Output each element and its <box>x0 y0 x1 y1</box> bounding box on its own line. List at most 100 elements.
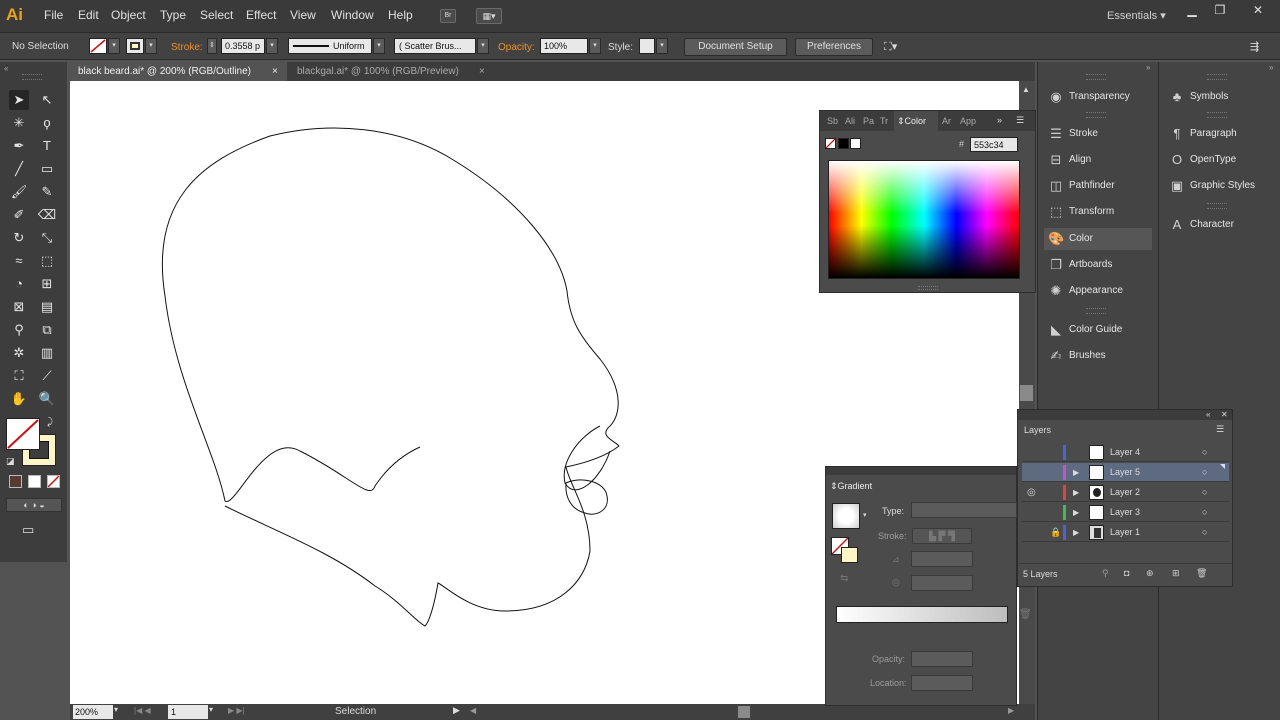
layers-menu-icon[interactable]: ☰ <box>1216 424 1224 435</box>
target-circle-icon[interactable]: ○ <box>1202 483 1207 502</box>
stroke-weight-field[interactable]: 0.3558 p <box>221 38 265 54</box>
pen-tool-icon[interactable]: ✒ <box>9 136 29 156</box>
symbol-sprayer-tool-icon[interactable]: ✲ <box>9 343 29 363</box>
stroke-swatch[interactable] <box>126 38 144 54</box>
tab-black-beard[interactable]: black beard.ai* @ 200% (RGB/Outline) × <box>70 62 287 81</box>
scale-tool-icon[interactable]: ⤡ <box>37 228 57 248</box>
status-menu-icon[interactable]: ▶ <box>453 705 460 716</box>
lasso-tool-icon[interactable]: ϙ <box>37 113 57 133</box>
direct-selection-tool-icon[interactable]: ↖ <box>37 90 57 110</box>
expand-arrow-icon[interactable]: ▶ <box>1073 463 1079 482</box>
dock-item-brushes[interactable]: ✍ Brushes <box>1044 345 1152 367</box>
layer-row[interactable]: Layer 4 ○ <box>1022 443 1229 462</box>
menu-help[interactable]: Help <box>388 8 413 22</box>
target-circle-icon[interactable]: ○ <box>1202 443 1207 462</box>
arrange-tools-icon[interactable]: ⛶▾ <box>884 40 897 54</box>
clipping-mask-icon[interactable]: ◘ <box>1124 568 1129 578</box>
dock-item-color[interactable]: 🎨 Color <box>1044 228 1152 250</box>
free-transform-tool-icon[interactable]: ⬚ <box>37 251 57 271</box>
panel-options-icon[interactable]: ☰ <box>1016 115 1024 126</box>
stroke-profile-dropdown[interactable]: ▾ <box>373 38 385 54</box>
tab-appearance[interactable]: App <box>960 116 976 126</box>
panel-menu-icon[interactable]: ⇶ <box>1250 40 1259 53</box>
layer-row[interactable]: ◎ ▶ Layer 2 ○ <box>1022 483 1229 502</box>
artboard-dropdown[interactable]: ▾ <box>209 705 213 714</box>
new-layer-icon[interactable]: ⊞ <box>1172 568 1180 579</box>
style-swatch[interactable] <box>639 38 655 54</box>
hscroll-right-icon[interactable]: ▶ <box>1008 706 1014 715</box>
dock-grip[interactable] <box>1086 74 1106 80</box>
zoom-field[interactable]: 200% <box>73 705 113 719</box>
delete-stop-icon[interactable]: 🗑 <box>1019 609 1032 620</box>
target-circle-icon[interactable]: ○ <box>1202 523 1207 542</box>
color-panel-grip[interactable] <box>918 286 938 290</box>
menu-window[interactable]: Window <box>331 8 374 22</box>
gradient-preview-swatch[interactable] <box>832 503 860 529</box>
tools-grip[interactable] <box>22 74 42 80</box>
scroll-thumb[interactable] <box>1020 385 1033 401</box>
artboard-nav-first-prev[interactable]: |◀ ◀ <box>134 706 151 715</box>
stroke-gradient-buttons[interactable]: ▙ ▛ ▜ <box>912 528 972 544</box>
layer-row[interactable]: 🔒 ▶ Layer 1 ○ <box>1022 523 1229 542</box>
artboard-nav-next-last[interactable]: ▶ ▶| <box>228 706 245 715</box>
menu-type[interactable]: Type <box>160 8 186 22</box>
aspect-ratio-field[interactable] <box>911 575 973 591</box>
collapse-dock-icon[interactable]: » <box>1146 63 1150 72</box>
collapse-tools-icon[interactable]: « <box>4 64 8 73</box>
gradient-swatch-dropdown[interactable]: ▾ <box>863 511 867 519</box>
color-mode-button[interactable] <box>9 475 22 488</box>
selection-tool-icon[interactable]: ➤ <box>9 90 29 110</box>
more-tabs-icon[interactable]: » <box>997 115 1002 125</box>
warp-tool-icon[interactable]: ≈ <box>9 251 29 271</box>
menu-select[interactable]: Select <box>200 8 233 22</box>
column-graph-tool-icon[interactable]: ▥ <box>37 343 57 363</box>
menu-effect[interactable]: Effect <box>246 8 276 22</box>
gradient-stroke-swatch[interactable] <box>841 547 858 563</box>
expand-arrow-icon[interactable]: ▶ <box>1073 483 1079 502</box>
drawing-modes[interactable]: ◐ ◑ ◒ <box>6 498 62 512</box>
swap-colors-icon[interactable]: ⤸ <box>47 417 53 428</box>
opacity-dropdown[interactable]: ▾ <box>589 38 601 54</box>
close-window-button[interactable]: ✕ <box>1244 2 1272 18</box>
visibility-eye-icon[interactable]: ◎ <box>1027 483 1036 502</box>
fill-none-swatch[interactable] <box>89 38 107 54</box>
dock-item-opentype[interactable]: O OpenType <box>1165 149 1273 171</box>
hand-tool-icon[interactable]: ✋ <box>9 389 29 409</box>
mesh-tool-icon[interactable]: ⊠ <box>9 297 29 317</box>
stroke-label[interactable]: Stroke: <box>171 42 203 53</box>
dock-item-appearance[interactable]: ✺ Appearance <box>1044 280 1152 302</box>
brush-select[interactable]: ( Scatter Brus... <box>394 38 476 54</box>
arrange-documents-button[interactable]: ▦▾ <box>476 8 502 24</box>
collapse-dock-icon[interactable]: » <box>1269 63 1273 72</box>
menu-view[interactable]: View <box>290 8 316 22</box>
gradient-type-select[interactable] <box>911 502 1017 518</box>
layer-name[interactable]: Layer 4 <box>1110 443 1140 462</box>
opacity-label[interactable]: Opacity: <box>498 42 535 53</box>
tab-artboards[interactable]: Ar <box>942 116 951 126</box>
tab-pathfinder[interactable]: Pa <box>863 116 874 126</box>
layer-name[interactable]: Layer 1 <box>1110 523 1140 542</box>
dock-item-pathfinder[interactable]: ◫ Pathfinder <box>1044 175 1152 197</box>
tab-transform[interactable]: Tr <box>880 116 888 126</box>
close-tab-icon[interactable]: × <box>272 62 278 81</box>
fill-color-box[interactable] <box>6 418 40 450</box>
brush-dropdown[interactable]: ▾ <box>477 38 489 54</box>
layer-row[interactable]: ▶ Layer 5 ○ <box>1022 463 1229 482</box>
dock-item-color-guide[interactable]: ◣ Color Guide <box>1044 319 1152 341</box>
dock-item-stroke[interactable]: ☰ Stroke <box>1044 123 1152 145</box>
layer-name[interactable]: Layer 5 <box>1110 463 1140 482</box>
scroll-up-icon[interactable]: ▲ <box>1022 85 1030 94</box>
bridge-button[interactable]: Br <box>440 9 456 23</box>
layer-row[interactable]: ▶ Layer 3 ○ <box>1022 503 1229 522</box>
blend-tool-icon[interactable]: ⧉ <box>37 320 57 340</box>
tab-color[interactable]: ⇕Color <box>894 111 938 131</box>
rotate-tool-icon[interactable]: ↻ <box>9 228 29 248</box>
zoom-tool-icon[interactable]: 🔍 <box>37 389 57 409</box>
tab-blackgal[interactable]: blackgal.ai* @ 100% (RGB/Preview) × <box>289 62 495 81</box>
delete-layer-icon[interactable]: 🗑 <box>1196 568 1207 579</box>
none-mode-button[interactable] <box>47 475 60 488</box>
dock-item-align[interactable]: ⊟ Align <box>1044 149 1152 171</box>
layer-name[interactable]: Layer 2 <box>1110 483 1140 502</box>
reverse-gradient-icon[interactable]: ⇆ <box>840 573 848 584</box>
default-colors-icon[interactable]: ◪ <box>6 456 15 467</box>
